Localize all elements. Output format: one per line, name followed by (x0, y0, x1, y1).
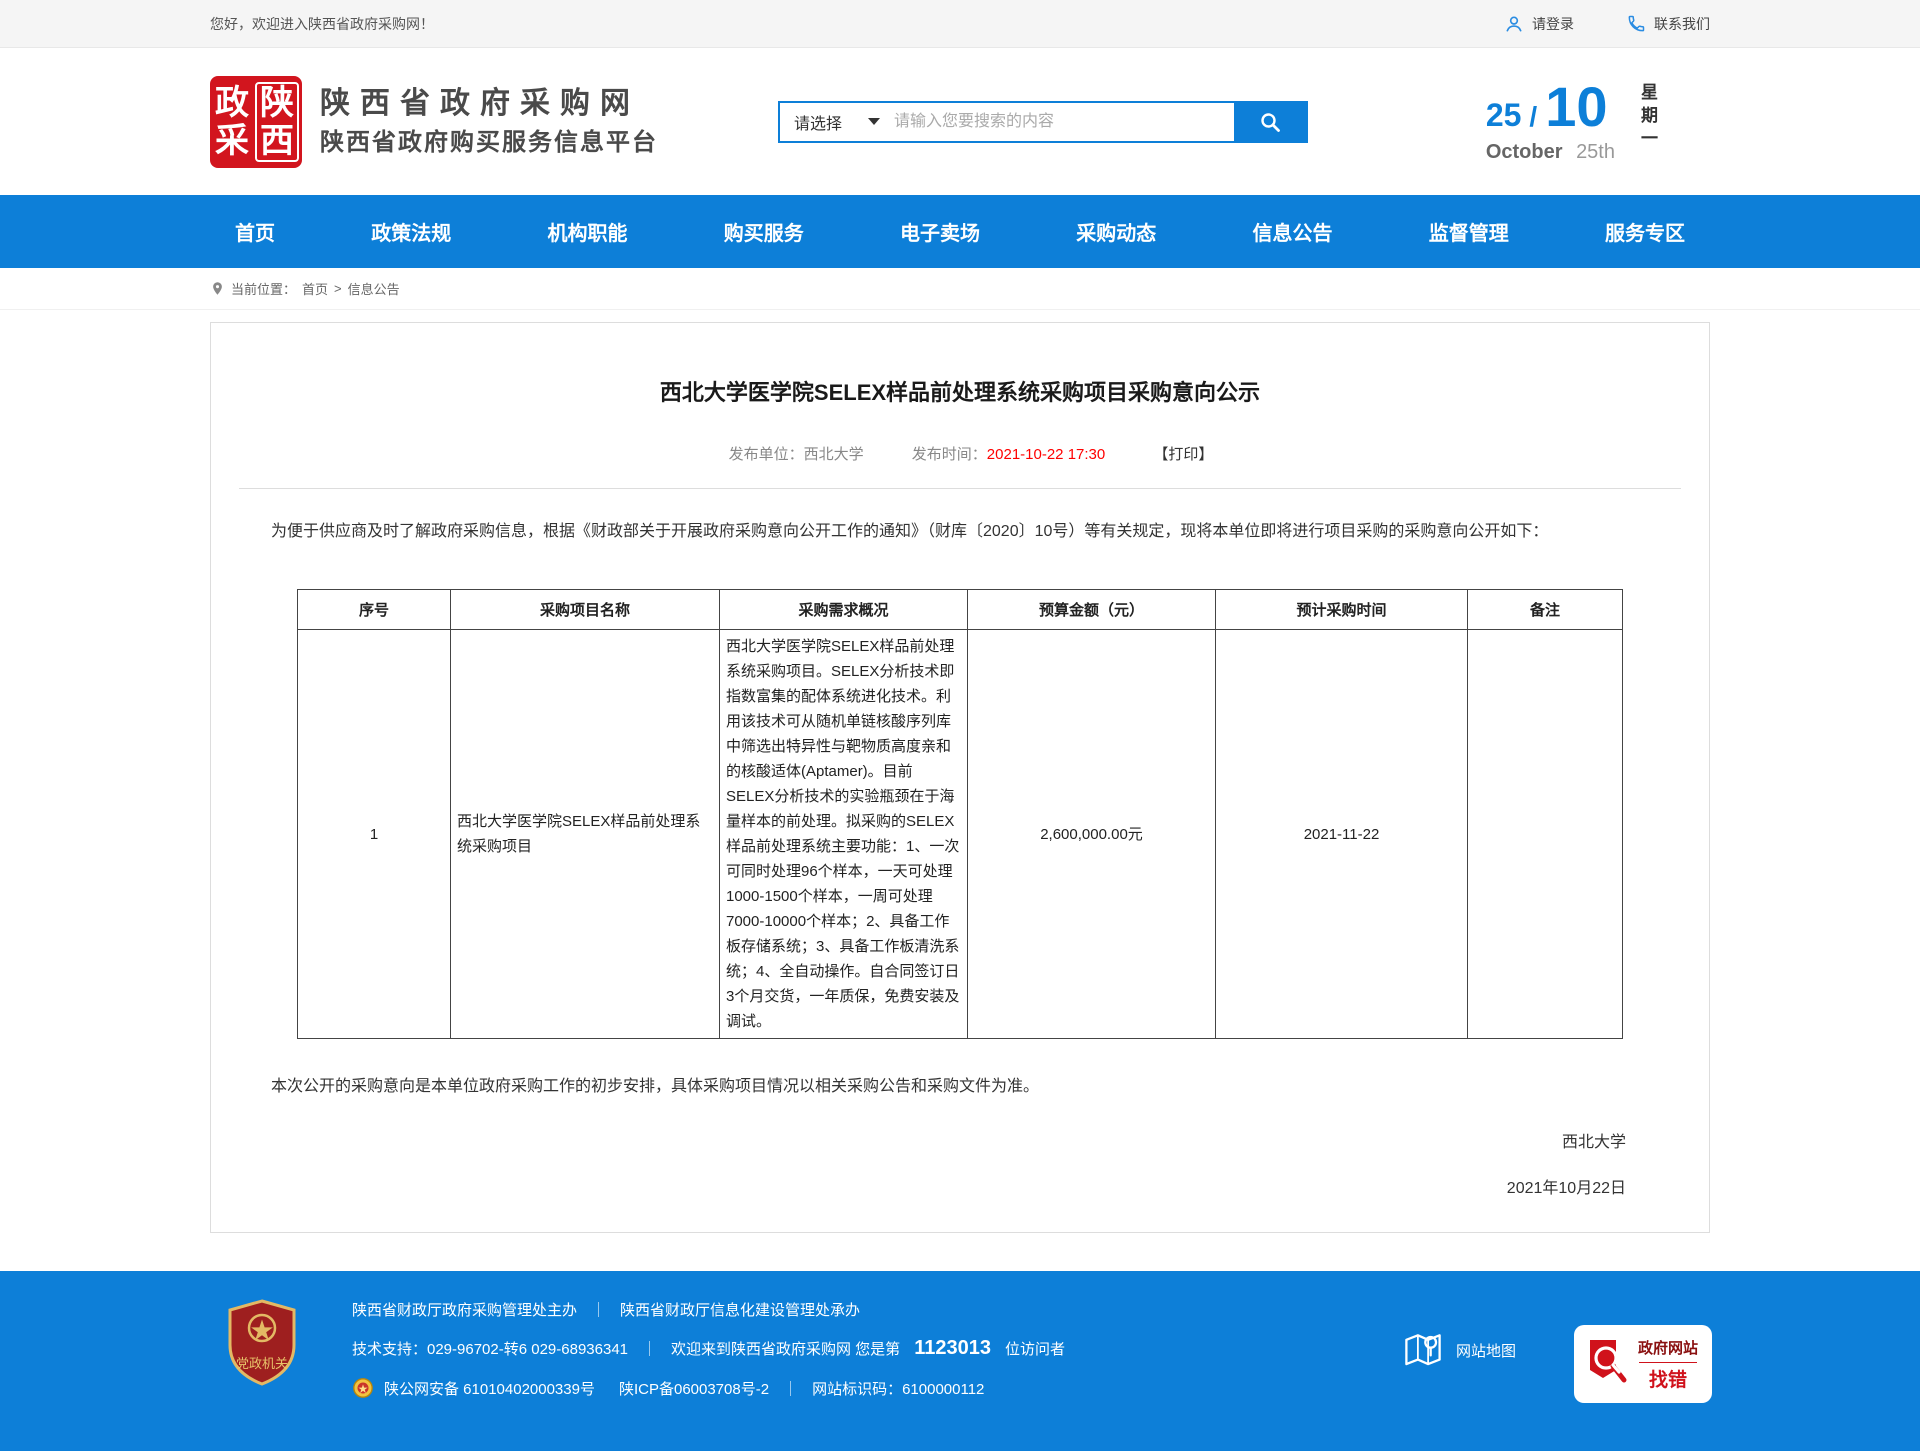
breadcrumb-home[interactable]: 首页 (302, 279, 328, 298)
header-budget: 预算金额（元） (968, 590, 1216, 630)
phone-icon (1626, 14, 1646, 34)
cell-est-time: 2021-11-22 (1216, 630, 1468, 1039)
site-subtitle: 陕西省政府购买服务信息平台 (320, 127, 658, 159)
breadcrumb: 当前位置： 首页 > 信息公告 (0, 268, 1920, 310)
header-seq: 序号 (298, 590, 451, 630)
publisher-value: 西北大学 (804, 446, 864, 463)
visitor-count: 1123013 (910, 1337, 995, 1360)
cell-overview: 西北大学医学院SELEX样品前处理系统采购项目。SELEX分析技术即指数富集的配… (720, 630, 968, 1039)
site-header: 政 采 陕 西 陕西省政府采购网 陕西省政府购买服务信息平台 请选择 (0, 48, 1920, 195)
search-input[interactable] (894, 103, 1234, 141)
nav-item-supervision[interactable]: 监督管理 (1419, 217, 1519, 246)
signature-date: 2021年10月22日 (239, 1174, 1681, 1198)
cell-budget: 2,600,000.00元 (968, 630, 1216, 1039)
nav-item-home[interactable]: 首页 (225, 217, 285, 246)
party-gov-badge: 党政机关 (226, 1299, 298, 1451)
police-badge-icon (352, 1377, 374, 1399)
error-report-magnifier-icon (1586, 1338, 1630, 1390)
date-month-name: October (1486, 141, 1563, 163)
date-weekday: 星期一 (1635, 79, 1660, 152)
nav-item-functions[interactable]: 机构职能 (538, 217, 638, 246)
table-header-row: 序号 采购项目名称 采购需求概况 预算金额（元） 预计采购时间 备注 (298, 590, 1623, 630)
search-category-select[interactable]: 请选择 (780, 103, 894, 141)
site-error-report-badge[interactable]: 政府网站 找错 (1576, 1327, 1710, 1401)
header-project-name: 采购项目名称 (451, 590, 720, 630)
nav-item-policy[interactable]: 政策法规 (361, 217, 461, 246)
location-pin-icon (210, 281, 225, 296)
header-overview: 采购需求概况 (720, 590, 968, 630)
page-title: 西北大学医学院SELEX样品前处理系统采购项目采购意向公示 (239, 375, 1681, 407)
security-record-link[interactable]: 陕公网安备 61010402000339号 (384, 1378, 595, 1399)
badge-text: 党政机关 (236, 1356, 288, 1371)
user-icon (1504, 14, 1524, 34)
site-title: 陕西省政府采购网 (320, 85, 658, 123)
procurement-table: 序号 采购项目名称 采购需求概况 预算金额（元） 预计采购时间 备注 1 西北大… (297, 589, 1623, 1039)
header-est-time: 预计采购时间 (1216, 590, 1468, 630)
footer-line-2: 技术支持：029-96702-转6 029-68936341 ｜ 欢迎来到陕西省… (352, 1337, 1065, 1360)
breadcrumb-current: 信息公告 (348, 279, 400, 298)
cell-project-name: 西北大学医学院SELEX样品前处理系统采购项目 (451, 630, 720, 1039)
site-id-code: 网站标识码：6100000112 (812, 1378, 984, 1399)
meta-divider (239, 488, 1681, 489)
article-card: 西北大学医学院SELEX样品前处理系统采购项目采购意向公示 发布单位：西北大学 … (210, 322, 1710, 1233)
date-day: 25 (1486, 99, 1522, 135)
welcome-text: 您好，欢迎进入陕西省政府采购网！ (210, 14, 434, 34)
logo-seal-icon: 政 采 陕 西 (210, 76, 302, 168)
breadcrumb-separator: > (334, 281, 342, 296)
breadcrumb-label: 当前位置： (231, 279, 296, 298)
icp-record-link[interactable]: 陕ICP备06003708号-2 (619, 1378, 769, 1399)
date-ordinal: 25th (1576, 141, 1615, 163)
contact-link[interactable]: 联系我们 (1626, 14, 1710, 34)
sitemap-link[interactable]: 网站地图 (1400, 1327, 1516, 1373)
site-footer: 党政机关 陕西省财政厅政府采购管理处主办 ｜ 陕西省财政厅信息化建设管理处承办 … (0, 1271, 1920, 1451)
search-button[interactable] (1234, 103, 1306, 141)
article-closing: 本次公开的采购意向是本单位政府采购工作的初步安排，具体采购项目情况以相关采购公告… (239, 1072, 1681, 1102)
print-button[interactable]: 【打印】 (1153, 446, 1213, 463)
login-link[interactable]: 请登录 (1504, 14, 1574, 34)
search-icon (1258, 110, 1282, 134)
publish-time-label: 发布时间： (912, 446, 987, 463)
top-bar: 您好，欢迎进入陕西省政府采购网！ 请登录 联系我们 (0, 0, 1920, 48)
search-bar: 请选择 (778, 101, 1308, 143)
nav-item-announcements[interactable]: 信息公告 (1243, 217, 1343, 246)
table-row: 1 西北大学医学院SELEX样品前处理系统采购项目 西北大学医学院SELEX样品… (298, 630, 1623, 1039)
site-logo[interactable]: 政 采 陕 西 陕西省政府采购网 陕西省政府购买服务信息平台 (210, 76, 658, 168)
nav-item-emall[interactable]: 电子卖场 (890, 217, 990, 246)
footer-line-3: 陕公网安备 61010402000339号 陕ICP备06003708号-2 ｜… (352, 1377, 1065, 1399)
publisher-label: 发布单位： (729, 446, 804, 463)
nav-item-purchase-service[interactable]: 购买服务 (714, 217, 814, 246)
nav-item-procurement-news[interactable]: 采购动态 (1066, 217, 1166, 246)
date-widget: 25 / 10 October 25th 星期一 (1486, 79, 1710, 164)
shield-icon: 党政机关 (226, 1299, 298, 1387)
cell-remark (1468, 630, 1623, 1039)
main-nav: 首页 政策法规 机构职能 购买服务 电子卖场 采购动态 信息公告 监督管理 服务… (0, 195, 1920, 268)
footer-line-1: 陕西省财政厅政府采购管理处主办 ｜ 陕西省财政厅信息化建设管理处承办 (352, 1299, 1065, 1320)
cell-seq: 1 (298, 630, 451, 1039)
header-remark: 备注 (1468, 590, 1623, 630)
date-month: 10 (1545, 79, 1607, 135)
publish-time-value: 2021-10-22 17:30 (987, 446, 1105, 463)
article-meta: 发布单位：西北大学 发布时间：2021-10-22 17:30 【打印】 (239, 443, 1681, 464)
article-intro: 为便于供应商及时了解政府采购信息，根据《财政部关于开展政府采购意向公开工作的通知… (239, 515, 1681, 549)
signature: 西北大学 (239, 1128, 1681, 1152)
sitemap-map-icon (1400, 1327, 1446, 1373)
nav-item-special-services[interactable]: 服务专区 (1595, 217, 1695, 246)
chevron-down-icon (868, 118, 880, 125)
